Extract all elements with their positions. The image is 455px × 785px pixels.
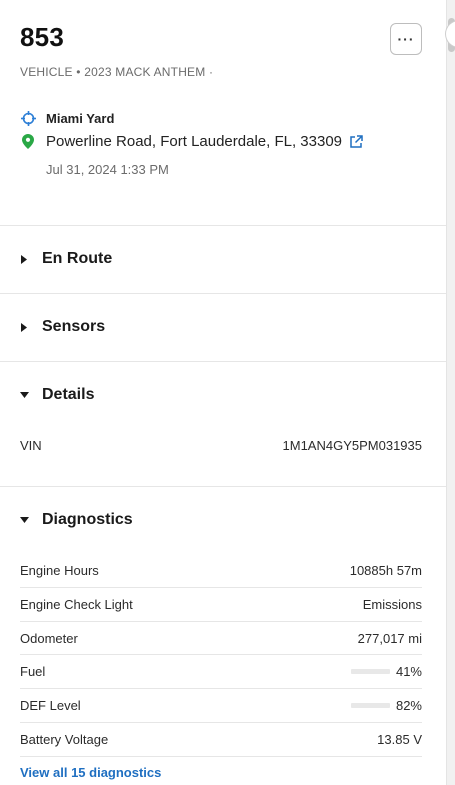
external-link-icon[interactable] [349,134,363,149]
map-pin-icon [20,134,36,150]
caret-right-icon [20,254,34,264]
location-address: Powerline Road, Fort Lauderdale, FL, 333… [46,133,343,150]
diagnostic-label: Engine Check Light [20,596,133,612]
vin-row: VIN 1M1AN4GY5PM031935 [20,428,422,462]
crosshair-icon [20,110,36,126]
caret-down-icon [20,516,34,524]
diagnostic-label: DEF Level [20,697,81,713]
divider [0,225,446,226]
caret-right-icon [20,322,34,332]
view-all-diagnostics-link[interactable]: View all 15 diagnostics [20,765,161,780]
section-details[interactable]: Details [20,386,94,404]
diagnostic-row: Engine Check Light Emissions [20,587,422,621]
diagnostic-row: Fuel 41% [20,654,422,688]
divider [0,486,446,487]
section-diagnostics[interactable]: Diagnostics [20,511,133,529]
diagnostic-value: 13.85 V [377,731,422,747]
diagnostic-row: Odometer 277,017 mi [20,621,422,655]
divider [0,361,446,362]
def-level-percent: 82% [395,697,422,713]
panel-edge-handle[interactable] [445,20,455,48]
location-name: Miami Yard [46,110,115,126]
more-icon: ··· [397,31,415,47]
diagnostic-label: Fuel [20,663,46,679]
section-sensors[interactable]: Sensors [20,318,105,336]
fuel-percent: 41% [395,663,422,679]
location-name-row: Miami Yard [20,110,114,126]
diagnostic-value: 277,017 mi [357,630,422,646]
fuel-value: 41% [350,663,422,679]
def-level-bar [350,702,390,708]
diagnostic-label: Engine Hours [20,562,99,578]
diagnostic-label: Odometer [20,630,78,646]
scrollbar[interactable] [445,0,455,785]
section-en-route[interactable]: En Route [20,250,112,268]
section-details-label: Details [42,386,95,403]
vin-label: VIN [20,437,42,453]
section-sensors-label: Sensors [42,318,106,335]
vehicle-panel: 853 VEHICLE • 2023 MACK ANTHEM · ··· Mia… [0,0,446,785]
diagnostic-value: Emissions [362,596,422,612]
def-level-value: 82% [350,697,422,713]
caret-down-icon [20,391,34,399]
location-timestamp: Jul 31, 2024 1:33 PM [46,162,169,177]
row-divider [20,756,422,757]
vin-value: 1M1AN4GY5PM031935 [282,437,422,453]
more-options-button[interactable]: ··· [390,23,422,55]
diagnostic-value: 10885h 57m [349,562,422,578]
page-title: 853 [20,22,64,52]
diagnostic-row: Engine Hours 10885h 57m [20,553,422,587]
diagnostic-row: DEF Level 82% [20,688,422,722]
diagnostic-row: Battery Voltage 13.85 V [20,722,422,756]
diagnostic-label: Battery Voltage [20,731,109,747]
divider [0,293,446,294]
section-diagnostics-label: Diagnostics [42,511,133,528]
section-en-route-label: En Route [42,250,113,267]
vehicle-subtitle: VEHICLE • 2023 MACK ANTHEM · [20,65,214,79]
fuel-level-bar [350,668,390,674]
location-address-row: Powerline Road, Fort Lauderdale, FL, 333… [20,133,363,150]
